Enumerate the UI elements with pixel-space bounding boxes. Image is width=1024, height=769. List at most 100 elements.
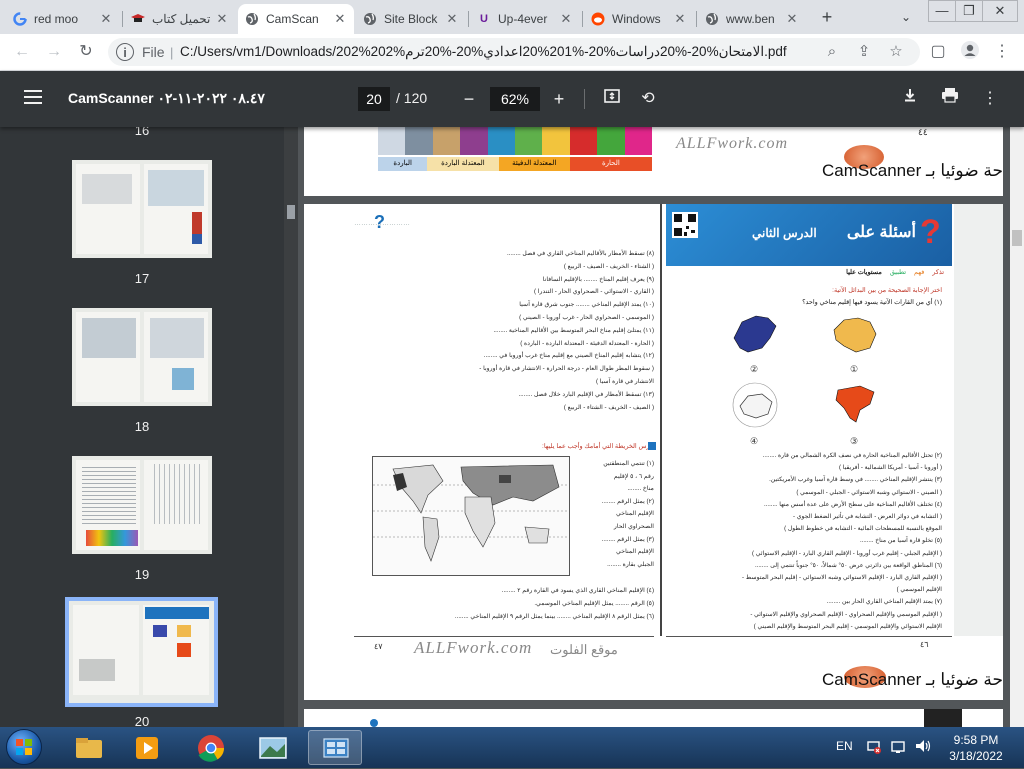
- zoom-out-icon[interactable]: −: [458, 87, 480, 111]
- new-tab-button[interactable]: +: [816, 6, 838, 28]
- continent-map-australia: [830, 308, 880, 358]
- browser-tab-2[interactable]: CamScan ✕: [238, 4, 354, 34]
- bookmark-star-icon[interactable]: ☆: [886, 42, 906, 62]
- zoom-level-input[interactable]: 62%: [490, 87, 540, 111]
- info-icon[interactable]: i: [116, 43, 134, 61]
- tab-separator: [696, 11, 697, 27]
- question-line: ( الصيني - الاستوائي وشبه الاستوائي - ال…: [796, 488, 942, 496]
- more-icon[interactable]: ⋮: [978, 87, 1002, 111]
- close-tab-icon[interactable]: ✕: [558, 11, 574, 27]
- browser-toolbar: ← → ↻ i File | C:/Users/vm1/Downloads/20…: [0, 34, 1024, 71]
- minimize-icon[interactable]: —: [928, 0, 956, 22]
- action-center-icon[interactable]: [890, 739, 906, 758]
- sidebar-scroll-thumb[interactable]: [287, 205, 295, 219]
- zoom-in-icon[interactable]: +: [548, 87, 570, 111]
- restore-icon[interactable]: ❐: [955, 0, 983, 22]
- map-text-line: (٥) الرقم ........ يمثل الإقليم المناخي …: [534, 600, 654, 607]
- question-line: (٩) يعرف إقليم المناخ ........ بالإقليم …: [542, 275, 654, 283]
- question-line: الإقليم الاستوائي والإقليم الموسمي - إقل…: [753, 622, 942, 630]
- banner-title: أسئلة على: [846, 224, 916, 241]
- browser-menu-icon[interactable]: ⋮: [990, 40, 1014, 64]
- clock-time[interactable]: 9:58 PM: [940, 733, 1012, 747]
- volume-icon[interactable]: [914, 738, 932, 757]
- close-tab-icon[interactable]: ✕: [444, 11, 460, 27]
- browser-tab-3[interactable]: Site Block ✕: [356, 4, 466, 34]
- address-bar[interactable]: i File | C:/Users/vm1/Downloads/202%الام…: [108, 38, 920, 66]
- thumbnail-label: 19: [134, 567, 150, 582]
- rotate-icon[interactable]: ⟲: [636, 87, 660, 111]
- browser-tab-4[interactable]: U Up-4ever ✕: [470, 4, 580, 34]
- page-thumbnail-17[interactable]: [72, 160, 212, 258]
- map-number: ④: [750, 436, 759, 446]
- q2-heading: ادرس الخريطة التي أمامك وأجب عما يليها:: [542, 443, 654, 450]
- question-line: ( الإقليم الموسمي والإقليم الصحراوي - ال…: [750, 610, 942, 618]
- q1-heading: اختر الإجابة الصحيحة من بين البدائل الآت…: [832, 287, 942, 294]
- tab-title: Site Block: [384, 12, 438, 26]
- tab-separator: [122, 11, 123, 27]
- site-watermark: ALLFwork.com: [676, 135, 788, 152]
- page-edge-dark: [924, 709, 962, 727]
- control-panel-icon[interactable]: [308, 730, 362, 765]
- page-footer-rule: [354, 636, 654, 637]
- browser-tab-1[interactable]: تحميل كتاب ✕: [124, 4, 236, 34]
- reddit-icon: [590, 11, 606, 27]
- fit-page-icon[interactable]: [600, 87, 624, 111]
- map-text-line: الإقليم المناخي: [616, 548, 654, 556]
- tab-search-chevron-icon[interactable]: ⌄: [896, 6, 916, 28]
- reload-icon[interactable]: ↻: [74, 40, 98, 64]
- map-number: ②: [750, 364, 759, 374]
- profile-avatar-icon[interactable]: [958, 40, 982, 64]
- question-line: ( الإقليم الجبلي - إقليم غرب أوروبا - ال…: [752, 549, 942, 557]
- forward-arrow-icon[interactable]: →: [42, 40, 66, 64]
- close-window-icon[interactable]: ✕: [982, 0, 1018, 22]
- question-line: ( الموسمي - الصحراوي الحار - غرب أوروبا …: [519, 313, 654, 321]
- close-tab-icon[interactable]: ✕: [332, 11, 348, 27]
- question-line: (٧) يمتد الإقليم المناخي القاري الحار بي…: [826, 598, 942, 606]
- side-panel-icon[interactable]: ▢: [926, 40, 950, 64]
- banner-lesson: الدرس الثاني: [752, 226, 817, 240]
- tab-title: CamScan: [266, 12, 319, 26]
- document-scrollbar[interactable]: [1010, 127, 1024, 727]
- zoom-magnifier-icon[interactable]: ⌕: [822, 42, 842, 62]
- legend-labels: الحارة المعتدلة الدفيئة المعتدلة الباردة…: [378, 157, 652, 171]
- qr-code-icon: [672, 212, 698, 238]
- download-icon[interactable]: [898, 87, 922, 111]
- browser-tab-6[interactable]: www.ben ✕: [698, 4, 806, 34]
- question-line: (٥) تخلو قارة آسيا من مناخ ........: [859, 537, 942, 545]
- page-edge-marker: [370, 719, 378, 727]
- question-line: ( الإقليم القاري البارد - الإقليم الاستو…: [742, 574, 942, 582]
- back-arrow-icon[interactable]: ←: [10, 40, 34, 64]
- address-separator: |: [170, 45, 174, 60]
- document-viewport[interactable]: الحارة المعتدلة الدفيئة المعتدلة الباردة…: [298, 127, 1010, 727]
- page-number-input[interactable]: 20: [358, 87, 390, 111]
- language-indicator[interactable]: EN: [836, 739, 853, 753]
- graduation-cap-icon: [130, 11, 146, 27]
- share-icon[interactable]: ⇪: [854, 42, 874, 62]
- address-url[interactable]: C:/Users/vm1/Downloads/202%الامتحان%20-%…: [180, 44, 787, 60]
- menu-icon[interactable]: [24, 90, 42, 104]
- network-warning-icon[interactable]: [866, 739, 882, 758]
- close-tab-icon[interactable]: ✕: [672, 11, 688, 27]
- browser-tab-5[interactable]: Windows ✕: [584, 4, 694, 34]
- close-tab-icon[interactable]: ✕: [784, 11, 800, 27]
- media-player-icon[interactable]: [120, 730, 174, 765]
- continent-map-north-america: [830, 380, 880, 430]
- map-text-line: (٣) يمثل الرقم ........: [601, 535, 654, 543]
- map-text-line: الصحراوي الحار: [613, 522, 654, 530]
- question-mark-icon: ?: [374, 212, 385, 232]
- thumbnail-label: 20: [134, 714, 150, 727]
- print-icon[interactable]: [938, 87, 962, 111]
- close-tab-icon[interactable]: ✕: [98, 11, 114, 27]
- page-thumbnail-19[interactable]: [72, 456, 212, 554]
- clock-date[interactable]: 3/18/2022: [940, 749, 1012, 763]
- legend-label: الباردة: [378, 157, 428, 171]
- close-tab-icon[interactable]: ✕: [214, 11, 230, 27]
- browser-tab-0[interactable]: red moo ✕: [6, 4, 120, 34]
- chrome-icon[interactable]: [184, 730, 238, 765]
- page-thumbnail-20[interactable]: [65, 597, 218, 707]
- document-scroll-thumb[interactable]: [1012, 230, 1022, 246]
- page-thumbnail-18[interactable]: [72, 308, 212, 406]
- file-explorer-icon[interactable]: [62, 730, 116, 765]
- start-button[interactable]: [6, 729, 42, 765]
- image-viewer-icon[interactable]: [246, 730, 300, 765]
